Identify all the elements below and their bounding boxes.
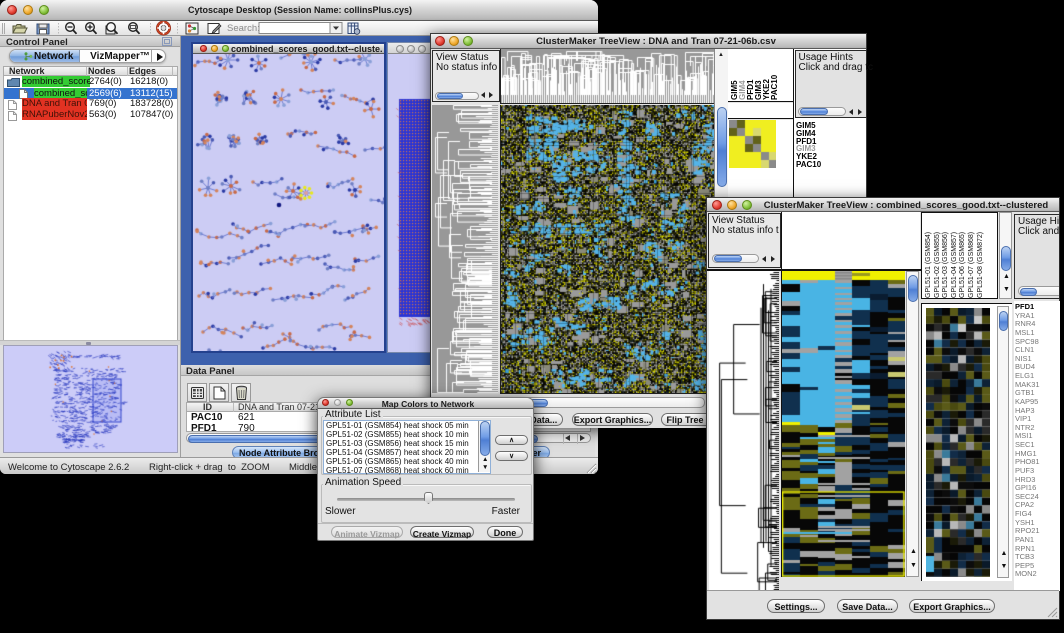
- svg-text:Search:: Search:: [227, 23, 260, 34]
